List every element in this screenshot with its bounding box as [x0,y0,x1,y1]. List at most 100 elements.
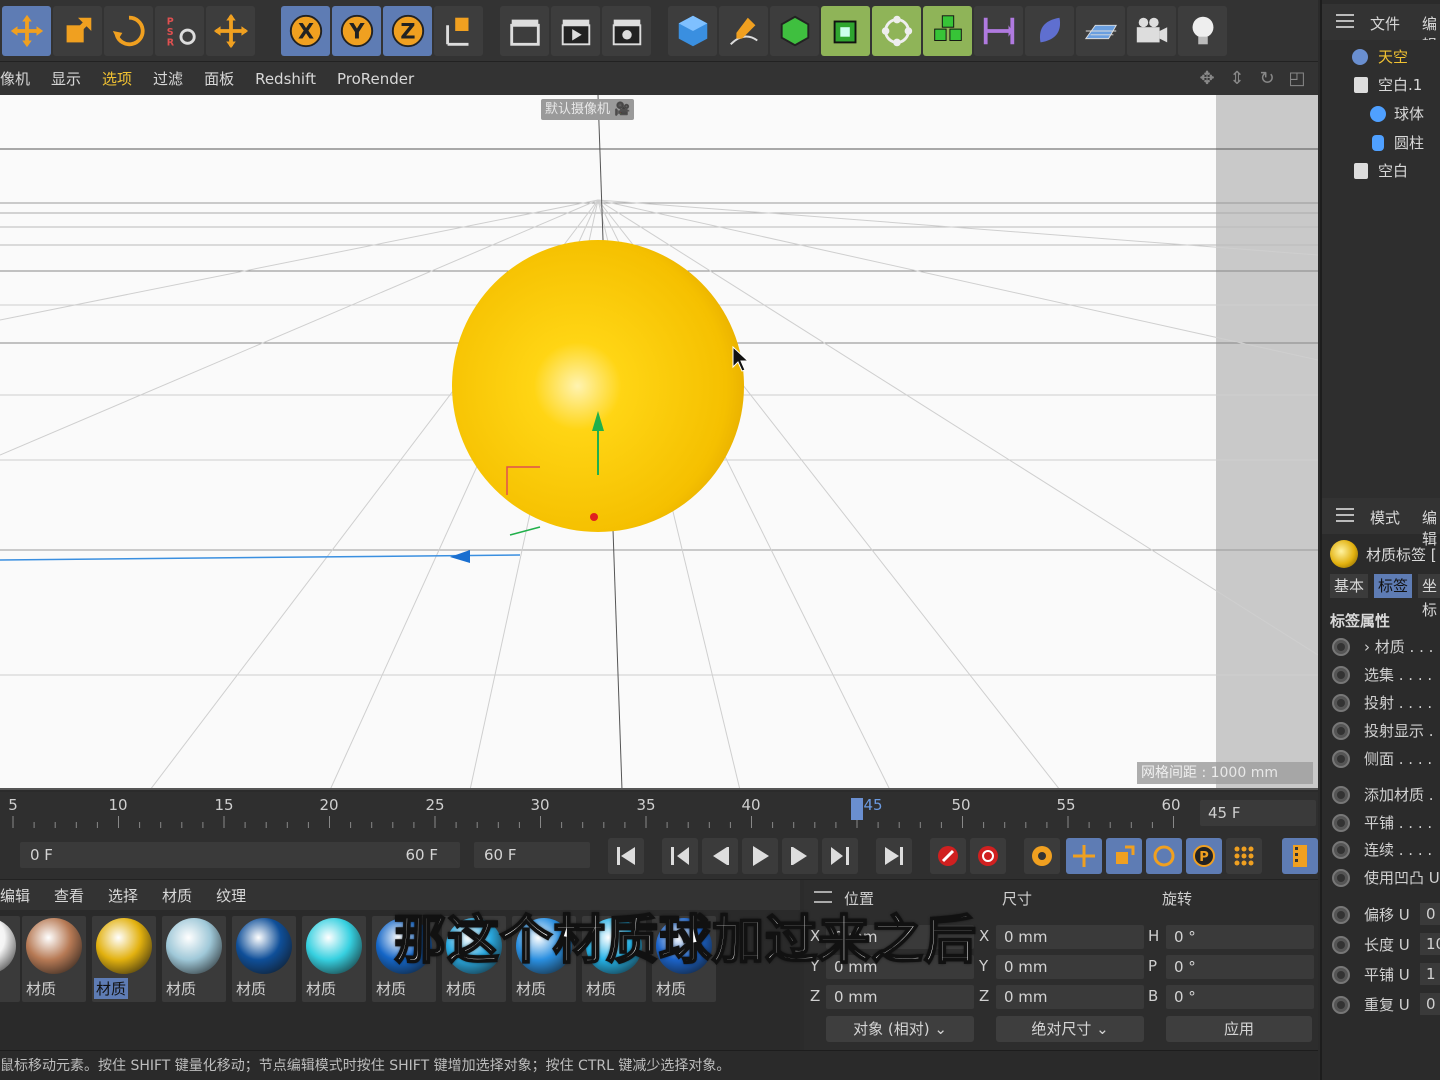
go-to-start-button[interactable] [608,838,644,874]
tag-property-row[interactable]: 连续 . . . . [1322,837,1440,863]
tag-property-row[interactable]: 平铺 U 1 [1322,962,1440,988]
prev-frame-button[interactable] [702,838,738,874]
rot-h-field[interactable]: 0 ° [1166,925,1314,949]
tag-property-row[interactable]: 侧面 . . . . [1322,746,1440,772]
next-key-button[interactable] [822,838,858,874]
material-swatch[interactable] [0,916,20,1002]
pen-spline-button[interactable] [719,6,768,56]
tag-property-value[interactable]: 0 [1420,993,1440,1015]
scale-tool-button[interactable] [53,6,102,56]
tag-property-value[interactable]: 0 [1420,903,1440,925]
tag-property-row[interactable]: 平铺 . . . . [1322,810,1440,836]
material-swatch[interactable]: 材质 [92,916,156,1002]
material-menu-material[interactable]: 材质 [162,885,192,906]
key-pla-button[interactable] [1226,838,1262,874]
viewport-menu-prorender[interactable]: ProRender [337,70,414,88]
psr-button[interactable]: PSR [155,6,204,56]
attribute-menu-edit[interactable]: 编辑 [1422,507,1440,549]
object-item[interactable]: 圆柱 [1394,132,1424,153]
material-swatch[interactable]: 材质 [302,916,366,1002]
tab-basic[interactable]: 基本 [1330,574,1369,598]
timeline-film-button[interactable] [1282,838,1318,874]
animation-dot-icon[interactable] [1332,996,1350,1014]
key-rotation-button[interactable] [1146,838,1182,874]
apply-button[interactable]: 应用 [1166,1016,1312,1042]
extrude-button[interactable] [821,6,870,56]
tag-property-row[interactable]: 选集 . . . . [1322,662,1440,688]
field-button[interactable] [1025,6,1074,56]
tag-property-row[interactable]: 投射显示 . [1322,718,1440,744]
object-item[interactable]: 球体 [1394,103,1424,124]
tag-property-value[interactable]: 1 [1420,963,1440,985]
tag-property-row[interactable]: 重复 U 0 [1322,992,1440,1018]
z-axis-button[interactable]: Z [383,6,432,56]
dolly-view-icon[interactable]: ⇕ [1226,68,1248,89]
object-menu-file[interactable]: 文件 [1370,13,1400,34]
orbit-view-icon[interactable]: ↻ [1256,68,1278,89]
end-frame-field[interactable]: 60 F [474,842,590,868]
animation-dot-icon[interactable] [1332,750,1350,768]
render-view-button[interactable] [500,6,549,56]
size-x-field[interactable]: 0 mm [996,925,1144,949]
animation-dot-icon[interactable] [1332,638,1350,656]
material-swatch[interactable]: 材质 [162,916,226,1002]
camera-button[interactable] [1127,6,1176,56]
object-item[interactable]: 空白 [1378,160,1408,181]
y-axis-button[interactable]: Y [332,6,381,56]
rot-b-field[interactable]: 0 ° [1166,985,1314,1009]
render-settings-button[interactable] [602,6,651,56]
key-parameter-button[interactable]: P [1186,838,1222,874]
cloner-button[interactable] [872,6,921,56]
tag-property-row[interactable]: › 材质 . . . [1322,634,1440,660]
next-frame-button[interactable] [782,838,818,874]
toggle-view-icon[interactable]: ◰ [1286,68,1308,89]
size-y-field[interactable]: 0 mm [996,955,1144,979]
floor-button[interactable] [1076,6,1125,56]
record-button[interactable] [930,838,966,874]
viewport-menu-filter[interactable]: 过滤 [153,68,183,89]
cube-button[interactable] [668,6,717,56]
light-button[interactable] [1178,6,1227,56]
tab-coord[interactable]: 坐标 [1418,574,1440,619]
prev-key-button[interactable] [662,838,698,874]
animation-dot-icon[interactable] [1332,694,1350,712]
animation-dot-icon[interactable] [1332,722,1350,740]
key-scale-button[interactable] [1106,838,1142,874]
size-mode-dropdown[interactable]: 绝对尺寸 ⌄ [996,1016,1144,1042]
object-menu-icon[interactable] [1336,14,1354,28]
object-item[interactable]: 空白.1 [1378,74,1422,95]
tab-tag[interactable]: 标签 [1374,574,1413,598]
timeline-playhead[interactable] [851,798,863,820]
rot-p-field[interactable]: 0 ° [1166,955,1314,979]
material-menu-select[interactable]: 选择 [108,885,138,906]
material-menu-edit[interactable]: 编辑 [0,885,30,906]
animation-dot-icon[interactable] [1332,906,1350,924]
pan-view-icon[interactable]: ✥ [1196,68,1218,89]
animation-dot-icon[interactable] [1332,666,1350,684]
viewport-menu-camera[interactable]: 像机 [0,68,30,89]
animation-dot-icon[interactable] [1332,786,1350,804]
tag-property-row[interactable]: 偏移 U 0 [1322,902,1440,928]
current-frame-field[interactable]: 45 F [1200,800,1316,826]
material-menu-view[interactable]: 查看 [54,885,84,906]
animation-dot-icon[interactable] [1332,966,1350,984]
move-tool-button[interactable] [2,6,51,56]
rotate-tool-button[interactable] [104,6,153,56]
object-item[interactable]: 天空 [1378,46,1408,67]
subdivision-button[interactable] [770,6,819,56]
material-swatch[interactable]: 材质 [232,916,296,1002]
animation-dot-icon[interactable] [1332,868,1350,887]
deformer-button[interactable] [974,6,1023,56]
tag-property-row[interactable]: 投射 . . . . [1322,690,1440,716]
play-button[interactable] [742,838,778,874]
coordinate-mode-dropdown[interactable]: 对象 (相对) ⌄ [826,1016,974,1042]
timeline-ruler[interactable]: 5 10 15 20 25 30 35 40 45 50 55 60 45 F [0,792,1318,832]
tag-property-row[interactable]: 添加材质 . [1322,782,1440,808]
tag-property-value[interactable]: 10 [1420,933,1440,955]
tag-property-row[interactable]: 长度 U 10 [1322,932,1440,958]
pos-z-field[interactable]: 0 mm [826,985,974,1009]
mograph-button[interactable] [923,6,972,56]
viewport-menu-redshift[interactable]: Redshift [255,70,316,88]
animation-dot-icon[interactable] [1332,936,1350,954]
viewport-menu-display[interactable]: 显示 [51,68,81,89]
